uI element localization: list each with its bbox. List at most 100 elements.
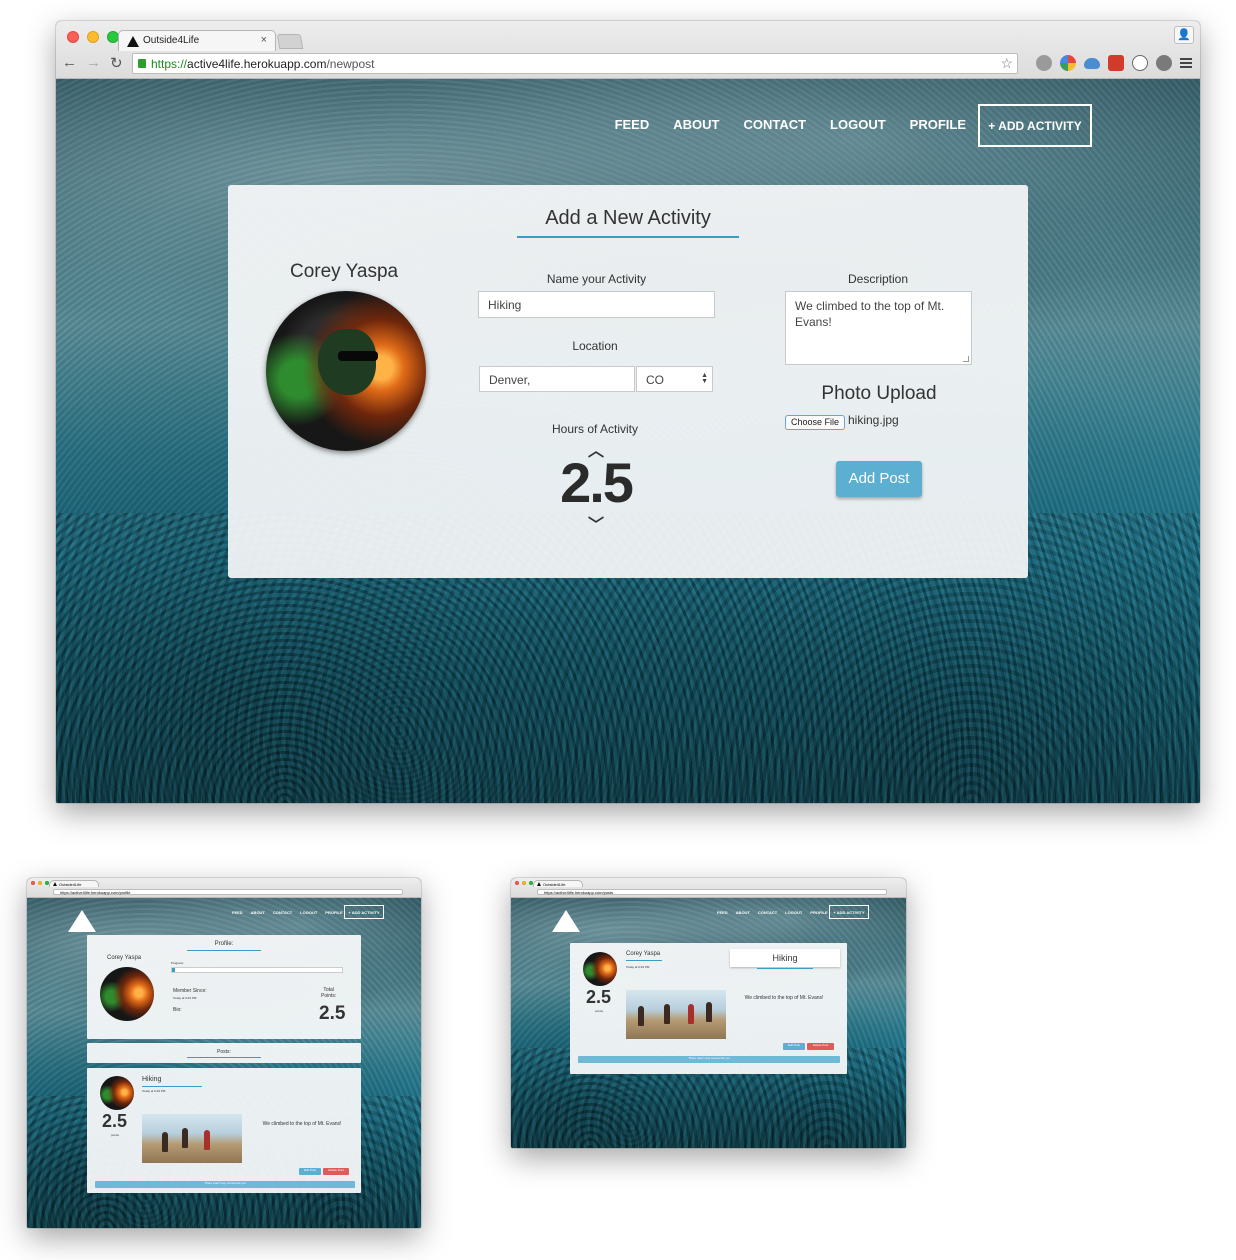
menu-icon[interactable] — [1180, 58, 1192, 68]
activity-title-box: Hiking — [730, 949, 840, 967]
code-brackets-icon[interactable] — [1132, 55, 1148, 71]
top-navigation: FEED ABOUT CONTACT LOGOUT PROFILE — [232, 910, 343, 915]
edit-post-button[interactable]: Edit Post — [783, 1043, 805, 1050]
hours-label: Hours of Activity — [551, 422, 639, 436]
bookmark-star-icon[interactable]: ☆ — [1000, 55, 1013, 72]
hiker-icon — [664, 1004, 670, 1024]
post-time: Today at 9:49 PM — [626, 965, 650, 969]
browser-tab[interactable]: Outside4Life — [533, 880, 583, 887]
new-tab-button[interactable] — [276, 34, 304, 49]
post-activity: Hiking — [142, 1076, 162, 1083]
delete-post-button[interactable]: Delete Post — [323, 1168, 349, 1175]
browser-tab[interactable]: Outside4Life × — [118, 30, 276, 51]
post-points: 2.5 — [586, 987, 612, 1007]
nav-about-link[interactable]: ABOUT — [736, 910, 750, 915]
state-select[interactable]: CO ▲ ▼ — [636, 366, 713, 392]
comments-bar[interactable]: There aren't any comments yet — [95, 1181, 355, 1188]
mountain-logo-icon — [127, 36, 139, 47]
user-profile-icon[interactable]: 👤 — [1174, 26, 1194, 44]
nav-profile-link[interactable]: PROFILE — [810, 910, 827, 915]
address-bar[interactable]: https://active4life.herokuapp.com/profil… — [53, 889, 403, 895]
comments-bar[interactable]: There aren't any comments yet — [578, 1056, 840, 1063]
post-points-label: points — [595, 1009, 604, 1013]
nav-profile-link[interactable]: PROFILE — [325, 910, 342, 915]
browser-tab[interactable]: Outside4Life — [49, 880, 99, 887]
city-input[interactable]: Denver, — [479, 366, 635, 392]
navigation-buttons: ← → ↻ — [62, 54, 123, 72]
nav-about-link[interactable]: ABOUT — [673, 117, 719, 132]
nav-about-link[interactable]: ABOUT — [251, 910, 265, 915]
gear-extension-icon[interactable] — [1156, 55, 1172, 71]
choose-file-button[interactable]: Choose File — [785, 415, 845, 430]
activity-name-input[interactable]: Hiking — [478, 291, 715, 318]
edit-post-button[interactable]: Edit Post — [299, 1168, 321, 1175]
nav-feed-link[interactable]: FEED — [717, 910, 728, 915]
address-bar[interactable]: https://active4life.herokuapp.com/posts — [537, 889, 887, 895]
post-avatar — [583, 952, 617, 986]
delete-post-button[interactable]: Delete Post — [807, 1043, 834, 1050]
nav-contact-link[interactable]: CONTACT — [743, 117, 806, 132]
profile-title: Profile: — [214, 941, 234, 947]
cloud-icon[interactable] — [1084, 57, 1100, 69]
add-post-button[interactable]: Add Post — [836, 461, 922, 497]
add-activity-button[interactable]: + ADD ACTIVITY — [344, 905, 384, 919]
post-card: Hiking Today at 9:49 PM 2.5 points We cl… — [87, 1068, 361, 1193]
reload-icon[interactable]: ↻ — [110, 54, 123, 72]
address-bar[interactable]: https://active4life.herokuapp.com/newpos… — [132, 53, 1018, 74]
url-path: /newpost — [326, 57, 375, 71]
close-window-button[interactable] — [515, 881, 519, 885]
tab-title: Outside4Life — [59, 882, 82, 887]
nav-feed-link[interactable]: FEED — [615, 117, 650, 132]
member-since-value: Today at 9:49 PM — [173, 996, 197, 1000]
minimize-window-button[interactable] — [87, 31, 99, 43]
posts-header: Posts: — [87, 1043, 361, 1063]
post-description: We climbed to the top of Mt. Evans! — [744, 995, 824, 1001]
description-textarea[interactable]: We climbed to the top of Mt. Evans! — [785, 291, 972, 365]
close-tab-icon[interactable]: × — [261, 34, 267, 46]
user-name: Corey Yaspa — [290, 261, 399, 282]
tab-title: Outside4Life — [543, 882, 566, 887]
avatar — [266, 291, 426, 451]
minimize-window-button[interactable] — [38, 881, 42, 885]
extension-icons — [1036, 55, 1192, 71]
post-card: Corey Yaspa Today at 9:49 PM 2.5 points … — [570, 943, 847, 1074]
progress-label: Progress: — [171, 961, 184, 965]
mountain-logo-icon[interactable] — [552, 910, 580, 932]
browser-chrome: Outside4Life https://active4life.herokua… — [511, 878, 906, 898]
pinwheel-icon[interactable] — [1060, 55, 1076, 71]
hiker-icon — [182, 1128, 188, 1148]
profile-card: Profile: Corey Yaspa Progress: Member Si… — [87, 935, 361, 1039]
hours-decrease-chevron-down-icon[interactable]: ﹀ — [586, 511, 606, 535]
total-points-label: Total Points: — [321, 987, 337, 999]
activity-name-label: Name your Activity — [546, 272, 647, 286]
post-points-label: points — [111, 1133, 120, 1137]
nav-contact-link[interactable]: CONTACT — [273, 910, 292, 915]
add-activity-button[interactable]: + ADD ACTIVITY — [829, 905, 869, 919]
add-activity-button[interactable]: + ADD ACTIVITY — [978, 104, 1092, 147]
minimize-window-button[interactable] — [522, 881, 526, 885]
nav-profile-link[interactable]: PROFILE — [910, 117, 966, 132]
post-activity: Hiking — [772, 953, 798, 963]
close-window-button[interactable] — [67, 31, 79, 43]
post-photo — [626, 990, 726, 1039]
post-time: Today at 9:49 PM — [142, 1089, 166, 1093]
nav-logout-link[interactable]: LOGOUT — [785, 910, 802, 915]
selected-file-name: hiking.jpg — [848, 413, 899, 427]
hiker-icon — [688, 1004, 694, 1024]
nav-logout-link[interactable]: LOGOUT — [830, 117, 886, 132]
window-controls — [67, 31, 119, 43]
mountain-logo-icon[interactable] — [68, 910, 96, 932]
nav-feed-link[interactable]: FEED — [232, 910, 243, 915]
total-points-value: 2.5 — [319, 1003, 346, 1024]
close-window-button[interactable] — [31, 881, 35, 885]
resize-grip-icon[interactable] — [963, 356, 969, 362]
hiker-icon — [204, 1130, 210, 1150]
extension-gray-icon[interactable] — [1036, 55, 1052, 71]
forward-icon[interactable]: → — [86, 54, 101, 72]
nav-logout-link[interactable]: LOGOUT — [300, 910, 317, 915]
avatar — [100, 967, 154, 1021]
back-icon[interactable]: ← — [62, 54, 77, 72]
cors-icon[interactable] — [1108, 55, 1124, 71]
nav-contact-link[interactable]: CONTACT — [758, 910, 777, 915]
top-navigation: FEED ABOUT CONTACT LOGOUT PROFILE — [615, 117, 966, 132]
